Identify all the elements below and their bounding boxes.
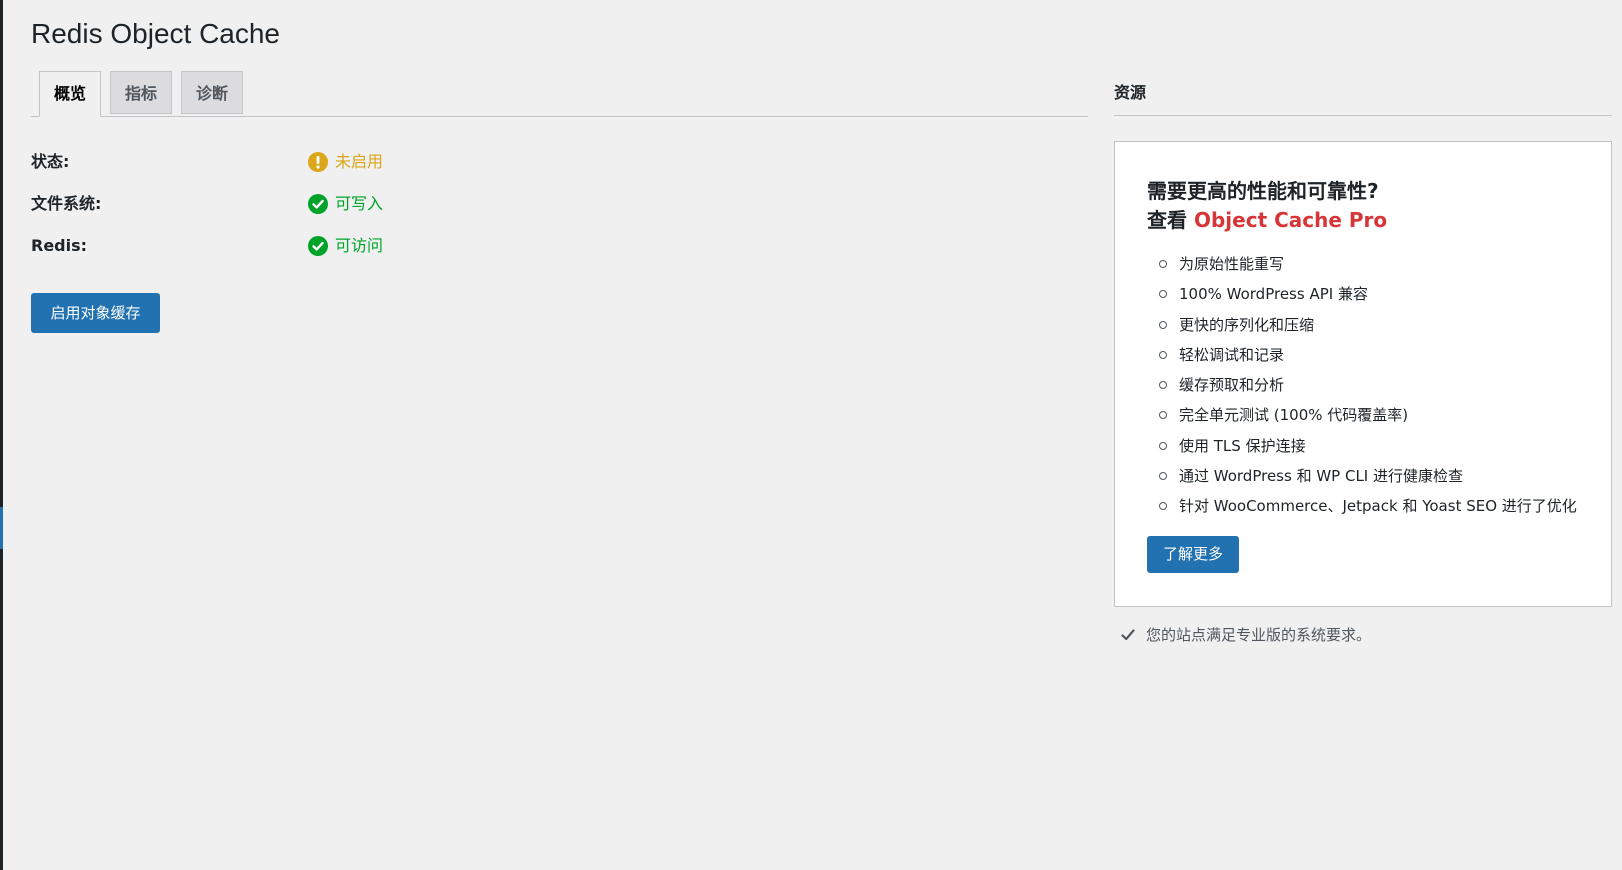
redis-row: Redis: 可访问 [31,233,631,259]
bullet-icon [1159,381,1167,390]
redis-label: Redis: [31,236,88,255]
sidebar-title: 资源 [1114,83,1147,102]
sidebar-divider [1114,115,1612,116]
redis-value: 可访问 [308,233,383,259]
bullet-icon [1159,320,1167,329]
promo-heading-line1: 需要更高的性能和可靠性? [1147,179,1379,203]
filesystem-label: 文件系统: [31,194,102,213]
list-item: 通过 WordPress 和 WP CLI 进行健康检查 [1147,461,1577,491]
feature-text: 100% WordPress API 兼容 [1179,285,1368,304]
tab-diagnostics[interactable]: 诊断 [181,71,243,114]
requirements-note-text: 您的站点满足专业版的系统要求。 [1146,626,1372,644]
list-item: 轻松调试和记录 [1147,340,1577,370]
learn-more-button[interactable]: 了解更多 [1147,536,1239,573]
promo-heading-prefix: 查看 [1147,208,1194,232]
list-item: 更快的序列化和压缩 [1147,310,1577,340]
bullet-icon [1159,502,1167,511]
list-item: 100% WordPress API 兼容 [1147,279,1577,309]
feature-text: 完全单元测试 (100% 代码覆盖率) [1179,406,1409,425]
list-item: 缓存预取和分析 [1147,370,1577,400]
filesystem-value-text: 可写入 [335,194,384,213]
feature-text: 缓存预取和分析 [1179,376,1285,395]
feature-text: 为原始性能重写 [1179,255,1285,273]
pro-promo-card: 需要更高的性能和可靠性? 查看 Object Cache Pro 为原始性能重写… [1114,141,1612,607]
feature-list: 为原始性能重写 100% WordPress API 兼容 更快的序列化和压缩 … [1147,249,1577,522]
feature-text: 更快的序列化和压缩 [1179,315,1315,334]
tab-bar: 概览 指标 诊断 [31,70,1088,117]
list-item: 完全单元测试 (100% 代码覆盖率) [1147,400,1577,430]
redis-value-text: 可访问 [335,236,384,255]
promo-heading-line2: 查看 Object Cache Pro [1147,206,1387,235]
bullet-icon [1159,290,1167,299]
feature-text: 通过 WordPress 和 WP CLI 进行健康检查 [1179,467,1464,486]
page-title: Redis Object Cache [31,18,281,49]
promo-heading: 需要更高的性能和可靠性? 查看 Object Cache Pro [1147,177,1387,235]
filesystem-value: 可写入 [308,191,383,217]
check-circle-icon [308,194,328,214]
list-item: 使用 TLS 保护连接 [1147,431,1577,461]
admin-sidebar-edge [0,0,3,870]
warning-icon [308,152,328,172]
feature-text: 使用 TLS 保护连接 [1179,436,1306,455]
status-value-text: 未启用 [335,152,384,171]
feature-text: 针对 WooCommerce、Jetpack 和 Yoast SEO 进行了优化 [1179,497,1577,516]
promo-brand-link[interactable]: Object Cache Pro [1194,208,1387,232]
bullet-icon [1159,260,1167,268]
list-item: 针对 WooCommerce、Jetpack 和 Yoast SEO 进行了优化 [1147,491,1577,521]
checkmark-icon [1120,627,1136,643]
status-row: 状态: 未启用 [31,149,631,175]
requirements-note: 您的站点满足专业版的系统要求。 [1120,624,1371,645]
bullet-icon [1159,411,1167,420]
status-value: 未启用 [308,149,383,175]
feature-text: 轻松调试和记录 [1179,345,1285,364]
bullet-icon [1159,441,1167,450]
filesystem-row: 文件系统: 可写入 [31,191,631,217]
tab-metrics[interactable]: 指标 [110,71,172,114]
admin-menu-current-marker [0,507,3,549]
tab-overview[interactable]: 概览 [39,71,101,117]
enable-object-cache-button[interactable]: 启用对象缓存 [31,293,160,333]
status-label: 状态: [31,152,70,171]
bullet-icon [1159,472,1167,481]
bullet-icon [1159,350,1167,359]
list-item: 为原始性能重写 [1147,249,1577,279]
check-circle-icon [308,236,328,256]
